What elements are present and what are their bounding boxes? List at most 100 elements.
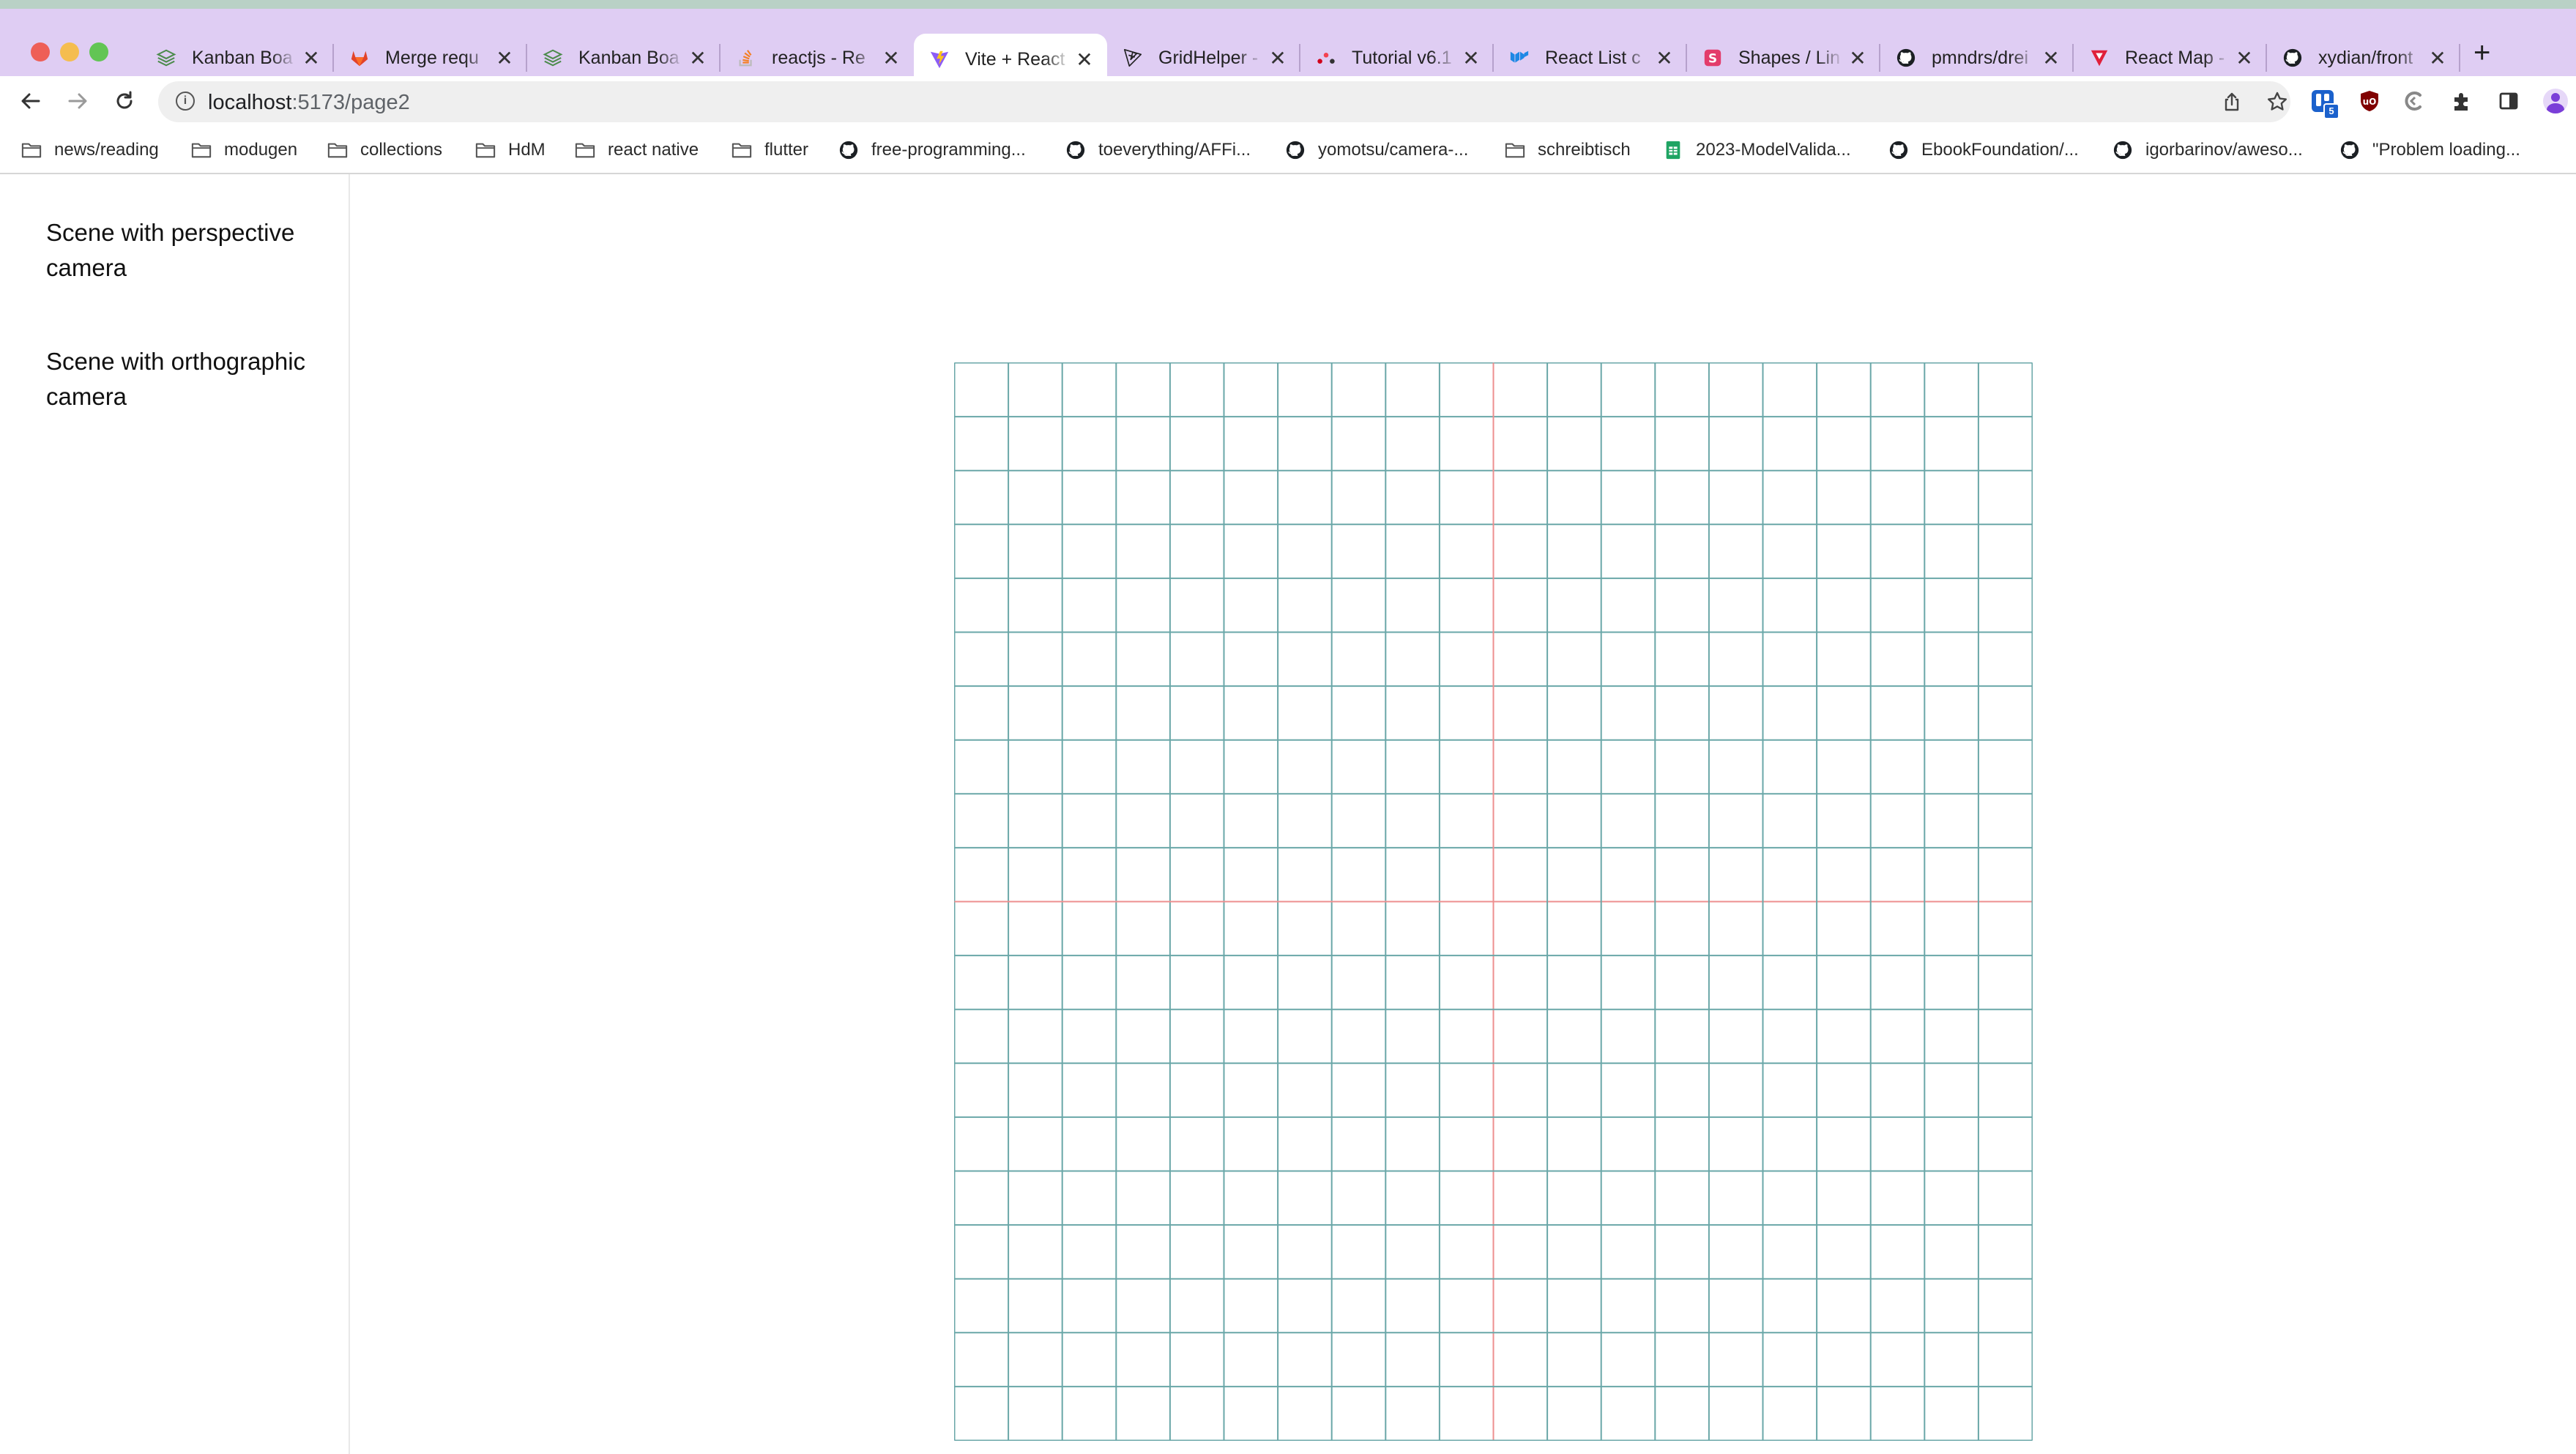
tab-title: Vite + React: [965, 48, 1065, 70]
folder-icon: [21, 140, 42, 160]
stackoverflow-icon: [735, 47, 757, 69]
bookmark-label: schreibtisch: [1538, 140, 1631, 160]
mui-icon: [1508, 47, 1530, 69]
bookmark-item[interactable]: igorbarinov/aweso...: [2112, 138, 2303, 163]
github-icon: [838, 140, 860, 160]
tab-title: xydian/front: [2318, 47, 2413, 68]
site-info-icon[interactable]: i: [176, 92, 195, 111]
close-icon[interactable]: ✕: [1655, 46, 1674, 70]
folder-icon: [474, 140, 496, 160]
browser-tab[interactable]: xydian/front ✕: [2267, 34, 2460, 82]
bookmark-item[interactable]: 2023-ModelValida...: [1662, 138, 1851, 163]
link-orthographic-camera-scene[interactable]: Scene with orthographic camera: [46, 344, 339, 414]
reload-button[interactable]: [110, 86, 139, 116]
close-icon[interactable]: ✕: [1848, 46, 1867, 70]
close-icon[interactable]: ✕: [495, 46, 514, 70]
arrow-left-icon: [21, 93, 40, 109]
bookmark-label: news/reading: [54, 140, 159, 160]
browser-tab[interactable]: GridHelper - ✕: [1107, 34, 1300, 82]
bookmark-item[interactable]: "Problem loading...: [2339, 138, 2520, 163]
browser-tab[interactable]: Merge requ ✕: [334, 34, 527, 82]
bookmark-label: HdM: [508, 140, 546, 160]
bookmark-item[interactable]: yomotsu/camera-...: [1284, 138, 1468, 163]
close-icon[interactable]: ✕: [1075, 48, 1094, 72]
bookmark-item[interactable]: news/reading: [21, 138, 159, 163]
tab-title: Kanban Boa: [192, 47, 293, 68]
stack-icon: [542, 47, 564, 69]
close-icon[interactable]: ✕: [2235, 46, 2254, 70]
bookmark-item[interactable]: free-programming...: [838, 138, 1026, 163]
url-text[interactable]: localhost:5173/page2: [208, 91, 410, 115]
browser-tab[interactable]: S Shapes / Lin ✕: [1687, 34, 1880, 82]
bookmark-item[interactable]: flutter: [731, 138, 808, 163]
new-tab-button[interactable]: +: [2473, 38, 2490, 67]
bookmark-label: 2023-ModelValida...: [1696, 140, 1851, 160]
react-map-icon: [2088, 47, 2110, 69]
trello-icon: 5: [2312, 90, 2339, 119]
browser-tab[interactable]: reactjs - Re ✕: [721, 34, 914, 82]
close-icon[interactable]: ✕: [1268, 46, 1287, 70]
github-icon: [2339, 140, 2361, 160]
sheets-icon: [1662, 140, 1684, 160]
tab-title: Shapes / Lin: [1738, 47, 1840, 68]
tab-strip: Kanban Boa ✕ Merge requ ✕ Kanban Boa ✕ reactjs…: [0, 0, 2576, 85]
close-window-button[interactable]: [31, 42, 50, 61]
c-logo-icon: [2405, 92, 2421, 111]
bookmark-label: toeverything/AFFi...: [1098, 140, 1251, 160]
profile-button[interactable]: [2541, 86, 2570, 116]
arrow-right-icon: [68, 93, 87, 109]
bookmark-item[interactable]: HdM: [474, 138, 546, 163]
folder-icon: [574, 140, 596, 160]
bookmark-item[interactable]: react native: [574, 138, 699, 163]
forward-button[interactable]: [63, 86, 92, 116]
browser-tab[interactable]: Kanban Boa ✕: [527, 34, 721, 82]
bookmark-item[interactable]: EbookFoundation/...: [1888, 138, 2079, 163]
side-panel-button[interactable]: [2494, 86, 2523, 116]
bookmark-star-button[interactable]: [2266, 90, 2289, 113]
bookmark-label: EbookFoundation/...: [1921, 140, 2079, 160]
zoom-window-button[interactable]: [89, 42, 108, 61]
share-button[interactable]: [2220, 90, 2244, 113]
bookmark-label: igorbarinov/aweso...: [2145, 140, 2303, 160]
close-icon[interactable]: ✕: [688, 46, 707, 70]
star-icon: [2268, 92, 2287, 111]
browser-tab[interactable]: Kanban Boa ✕: [141, 34, 334, 82]
bookmark-item[interactable]: modugen: [190, 138, 297, 163]
threejs-icon: [1122, 47, 1144, 69]
github-icon: [1065, 140, 1087, 160]
close-icon[interactable]: ✕: [2041, 46, 2061, 70]
browser-tab[interactable]: React Map - ✕: [2074, 34, 2267, 82]
folder-icon: [1504, 140, 1526, 160]
trello-extension-button[interactable]: 5: [2308, 86, 2339, 119]
browser-tab[interactable]: React List c ✕: [1494, 34, 1687, 82]
folder-icon: [731, 140, 753, 160]
side-panel-icon: [2499, 92, 2518, 110]
tab-title: Merge requ: [385, 47, 479, 68]
link-perspective-camera-scene[interactable]: Scene with perspective camera: [46, 215, 339, 286]
close-icon[interactable]: ✕: [1462, 46, 1481, 70]
bookmark-item[interactable]: collections: [327, 138, 442, 163]
browser-tab[interactable]: pmndrs/drei ✕: [1880, 34, 2074, 82]
github-icon: [1888, 140, 1910, 160]
minimize-window-button[interactable]: [60, 42, 79, 61]
ublock-extension-button[interactable]: uO: [2355, 86, 2384, 116]
tab-title: reactjs - Re: [772, 47, 866, 68]
grid-helper-canvas[interactable]: [954, 362, 2033, 1441]
bookmark-label: flutter: [764, 140, 809, 160]
share-icon: [2225, 92, 2239, 111]
extension-c-button[interactable]: [2400, 86, 2430, 116]
extensions-button[interactable]: [2447, 86, 2476, 116]
svg-text:S: S: [1708, 51, 1717, 66]
address-bar[interactable]: i localhost:5173/page2: [158, 81, 2290, 122]
close-icon[interactable]: ✕: [2428, 46, 2447, 70]
bookmark-item[interactable]: toeverything/AFFi...: [1065, 138, 1251, 163]
bookmark-label: react native: [608, 140, 699, 160]
close-icon[interactable]: ✕: [302, 46, 321, 70]
gitlab-icon: [349, 47, 371, 69]
browser-tab[interactable]: Tutorial v6.1 ✕: [1300, 34, 1494, 82]
close-icon[interactable]: ✕: [882, 46, 901, 70]
back-button[interactable]: [16, 86, 45, 116]
bookmark-item[interactable]: schreibtisch: [1504, 138, 1631, 163]
bookmark-label: "Problem loading...: [2372, 140, 2520, 160]
ublock-shield-icon: uO: [2361, 91, 2378, 111]
